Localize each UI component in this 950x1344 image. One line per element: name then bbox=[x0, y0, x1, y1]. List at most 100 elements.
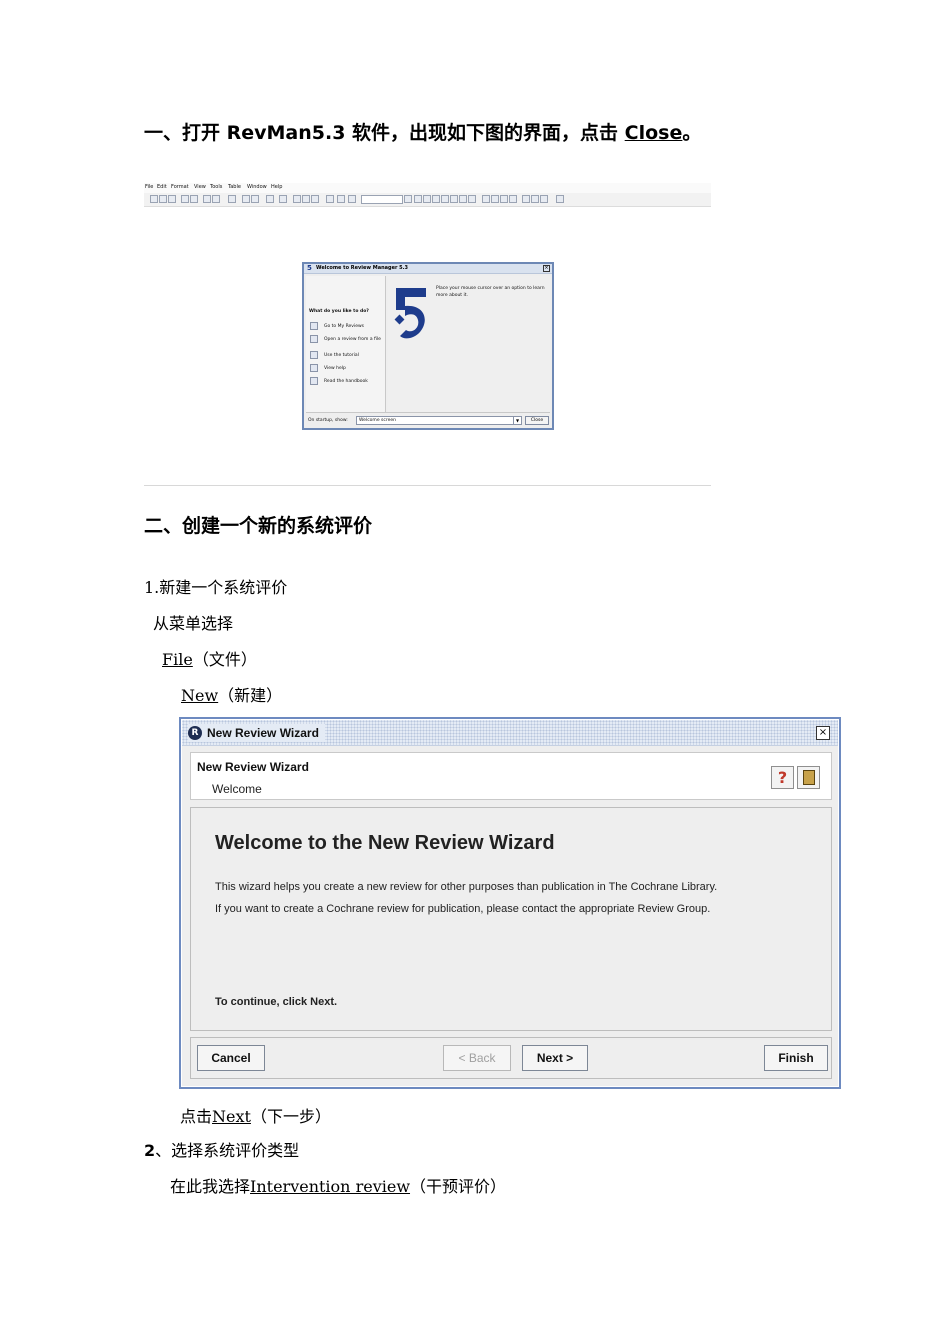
open-folder-icon[interactable] bbox=[159, 195, 167, 203]
new-menu-line: New（新建） bbox=[181, 682, 282, 706]
import-icon[interactable] bbox=[190, 195, 198, 203]
insert-note-icon[interactable] bbox=[540, 195, 548, 203]
step1-text: 1.新建一个系统评价 bbox=[144, 578, 288, 597]
file-menu-text: File bbox=[162, 650, 193, 669]
menu-select-text: 从菜单选择 bbox=[153, 614, 234, 633]
file-menu-suffix: （文件） bbox=[192, 650, 257, 669]
combo-arrow-icon[interactable] bbox=[404, 195, 412, 203]
finish-button[interactable]: Finish bbox=[764, 1045, 828, 1071]
option-go-to-my-reviews[interactable]: Go to My Reviews bbox=[324, 324, 364, 329]
back-button[interactable]: < Back bbox=[443, 1045, 511, 1071]
menu-file[interactable]: File bbox=[145, 184, 153, 190]
insert-figure-icon[interactable] bbox=[531, 195, 539, 203]
handbook-button[interactable] bbox=[797, 766, 820, 789]
list-icon[interactable] bbox=[482, 195, 490, 203]
italic-icon[interactable] bbox=[423, 195, 431, 203]
wizard-header: New Review Wizard Welcome ? bbox=[190, 752, 832, 800]
wizard-welcome-heading: Welcome to the New Review Wizard bbox=[215, 832, 555, 854]
copy-icon[interactable] bbox=[279, 195, 287, 203]
menu-tools[interactable]: Tools bbox=[210, 184, 222, 190]
numbered-list-icon[interactable] bbox=[491, 195, 499, 203]
option-use-tutorial[interactable]: Use the tutorial bbox=[324, 353, 359, 358]
cut-icon[interactable] bbox=[266, 195, 274, 203]
menu-view[interactable]: View bbox=[194, 184, 206, 190]
section2-heading: 二、创建一个新的系统评价 bbox=[144, 515, 373, 537]
section1-heading: 一、打开 RevMan5.3 软件，出现如下图的界面，点击 Close。 bbox=[144, 118, 701, 145]
section1-heading-suffix: 。 bbox=[682, 122, 702, 144]
option-read-handbook[interactable]: Read the handbook bbox=[324, 379, 368, 384]
startup-select[interactable]: Welcome screen ▼ bbox=[356, 416, 522, 425]
subscript-icon[interactable] bbox=[450, 195, 458, 203]
superscript-icon[interactable] bbox=[441, 195, 449, 203]
menu-edit[interactable]: Edit bbox=[157, 184, 167, 190]
handbook-icon[interactable] bbox=[348, 195, 356, 203]
style-combo[interactable] bbox=[361, 195, 403, 204]
reviews-icon[interactable] bbox=[181, 195, 189, 203]
new-menu-text: New bbox=[181, 686, 219, 705]
wizard-inner: R New Review Wizard × New Review Wizard … bbox=[181, 719, 839, 1087]
welcome-hint-line1: Place your mouse cursor over an option t… bbox=[436, 286, 545, 291]
new-menu-suffix: （新建） bbox=[218, 686, 283, 705]
close-icon[interactable]: × bbox=[543, 265, 550, 272]
print-icon[interactable] bbox=[228, 195, 236, 203]
link-icon[interactable] bbox=[459, 195, 467, 203]
forward-arrow-icon[interactable] bbox=[251, 195, 259, 203]
new-file-icon[interactable] bbox=[150, 195, 158, 203]
back-arrow-icon[interactable] bbox=[242, 195, 250, 203]
chevron-down-icon[interactable]: ▼ bbox=[513, 417, 521, 424]
new-review-wizard: R New Review Wizard × New Review Wizard … bbox=[179, 717, 841, 1089]
clipboard-icon[interactable] bbox=[311, 195, 319, 203]
handbook-icon[interactable] bbox=[310, 377, 318, 385]
file-menu-line: File（文件） bbox=[162, 646, 257, 670]
option-open-review-from-file[interactable]: Open a review from a file bbox=[324, 337, 381, 342]
welcome-dialog-footer: On startup, show: Welcome screen ▼ Close bbox=[306, 412, 550, 428]
calculator-icon[interactable] bbox=[556, 195, 564, 203]
intervention-review-text: Intervention review bbox=[250, 1177, 411, 1196]
menu-format[interactable]: Format bbox=[171, 184, 189, 190]
indent-icon[interactable] bbox=[500, 195, 508, 203]
step2-text: 、选择系统评价类型 bbox=[155, 1141, 300, 1160]
help-icon[interactable] bbox=[310, 364, 318, 372]
menu-table[interactable]: Table bbox=[228, 184, 241, 190]
save-icon[interactable] bbox=[168, 195, 176, 203]
welcome-question: What do you like to do? bbox=[309, 309, 369, 314]
revman5-big-logo-icon bbox=[394, 288, 426, 339]
edit-icon[interactable] bbox=[468, 195, 476, 203]
welcome-info-panel: Place your mouse cursor over an option t… bbox=[388, 276, 550, 412]
redo-icon[interactable] bbox=[212, 195, 220, 203]
click-next-suffix: （下一步） bbox=[250, 1107, 331, 1126]
wizard-titlebar: R New Review Wizard × bbox=[182, 720, 838, 746]
bold-icon[interactable] bbox=[414, 195, 422, 203]
close-link-text: Close bbox=[624, 122, 683, 144]
welcome-dialog: 5 Welcome to Review Manager 5.3 × What d… bbox=[302, 262, 554, 430]
spellcheck-icon[interactable] bbox=[326, 195, 334, 203]
open-file-icon[interactable] bbox=[310, 335, 318, 343]
close-icon[interactable]: × bbox=[816, 726, 830, 740]
next-button[interactable]: Next > bbox=[522, 1045, 588, 1071]
help-icon[interactable] bbox=[337, 195, 345, 203]
small-toolbar bbox=[148, 194, 708, 205]
wizard-footer: Cancel < Back Next > Finish bbox=[190, 1037, 832, 1079]
help-button[interactable]: ? bbox=[771, 766, 794, 789]
outdent-icon[interactable] bbox=[509, 195, 517, 203]
cancel-button[interactable]: Cancel bbox=[197, 1045, 265, 1071]
wizard-description-line1: This wizard helps you create a new revie… bbox=[215, 881, 718, 893]
startup-label: On startup, show: bbox=[308, 418, 348, 423]
menu-help[interactable]: Help bbox=[271, 184, 282, 190]
wizard-window-title: New Review Wizard bbox=[207, 726, 319, 740]
choose-suffix: （干预评价） bbox=[410, 1177, 507, 1196]
paste-special-icon[interactable] bbox=[302, 195, 310, 203]
click-next-prefix: 点击 bbox=[180, 1107, 213, 1126]
paste-icon[interactable] bbox=[293, 195, 301, 203]
section-divider bbox=[144, 485, 711, 486]
menu-window[interactable]: Window bbox=[247, 184, 267, 190]
welcome-dialog-title: Welcome to Review Manager 5.3 bbox=[316, 265, 409, 271]
tutorial-icon[interactable] bbox=[310, 351, 318, 359]
my-reviews-icon[interactable] bbox=[310, 322, 318, 330]
welcome-dialog-titlebar: 5 Welcome to Review Manager 5.3 × bbox=[304, 264, 552, 274]
undo-icon[interactable] bbox=[203, 195, 211, 203]
insert-table-icon[interactable] bbox=[522, 195, 530, 203]
underline-icon[interactable] bbox=[432, 195, 440, 203]
option-view-help[interactable]: View help bbox=[324, 366, 346, 371]
close-button[interactable]: Close bbox=[525, 416, 549, 425]
